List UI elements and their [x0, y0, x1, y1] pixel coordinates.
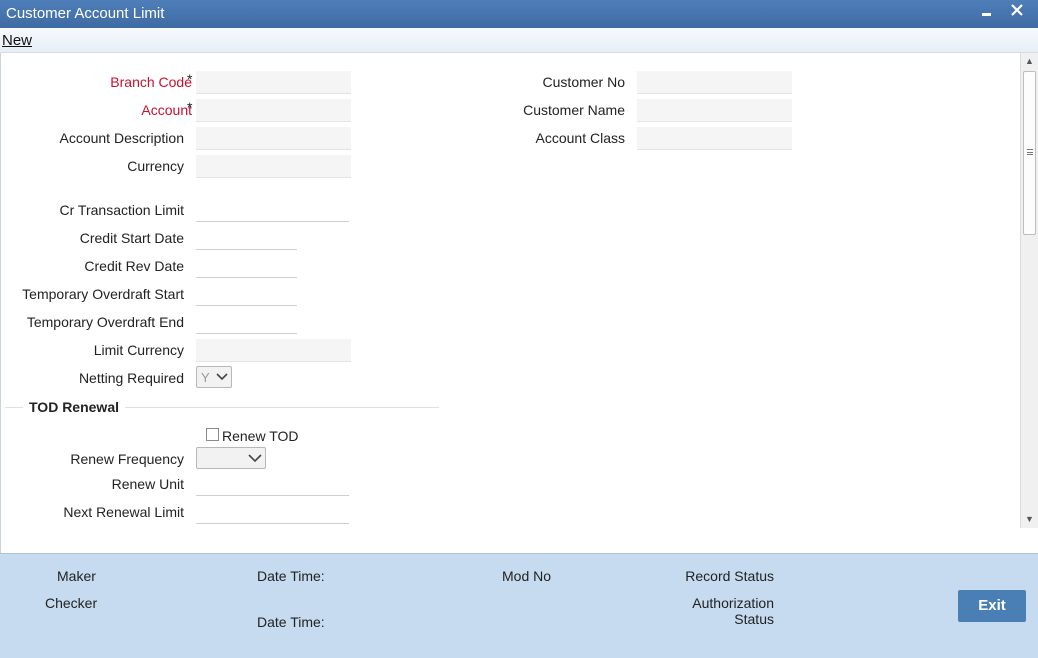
account-label: Account	[141, 102, 192, 118]
temporary-overdraft-start-label: Temporary Overdraft Start	[22, 286, 184, 302]
checker-datetime-label: Date Time:	[257, 614, 325, 630]
branch-code-field[interactable]	[196, 71, 351, 94]
triangle-down-icon[interactable]: ▼	[1025, 514, 1034, 524]
new-link[interactable]: New	[2, 32, 32, 49]
credit-rev-date-input[interactable]	[196, 255, 297, 277]
next-renewal-limit-label: Next Renewal Limit	[63, 504, 184, 520]
netting-required-select[interactable]: Y	[196, 366, 232, 388]
tod-renewal-section-title: TOD Renewal	[29, 399, 119, 415]
chevron-down-icon	[248, 449, 262, 470]
temporary-overdraft-start-input[interactable]	[196, 283, 297, 305]
customer-no-field[interactable]	[637, 71, 792, 94]
credit-rev-date-label: Credit Rev Date	[84, 258, 184, 274]
record-status-label: Record Status	[685, 568, 774, 584]
maker-label: Maker	[57, 568, 96, 584]
exit-button[interactable]: Exit	[958, 590, 1026, 622]
customer-no-label: Customer No	[542, 74, 625, 90]
authorization-status-label-line2: Status	[734, 611, 774, 627]
account-description-field[interactable]	[196, 127, 351, 150]
form-panel: Branch Code * Account * Account Descript…	[0, 53, 1020, 553]
temporary-overdraft-end-field[interactable]	[196, 311, 297, 334]
audit-footer: Maker Checker Date Time: Date Time: Mod …	[0, 553, 1038, 658]
account-description-input[interactable]	[196, 127, 351, 149]
mod-no-label: Mod No	[502, 568, 552, 584]
minimize-icon[interactable]	[981, 1, 993, 23]
renew-tod-checkbox[interactable]	[206, 428, 219, 441]
customer-name-label: Customer Name	[523, 102, 625, 118]
branch-code-label: Branch Code	[110, 74, 192, 90]
chevron-down-icon	[216, 368, 228, 389]
section-divider	[5, 407, 23, 408]
temporary-overdraft-start-field[interactable]	[196, 283, 297, 306]
limit-currency-input[interactable]	[196, 339, 351, 361]
cr-transaction-limit-input[interactable]	[196, 199, 349, 221]
account-class-field[interactable]	[637, 127, 792, 150]
currency-label: Currency	[127, 158, 184, 174]
credit-start-date-label: Credit Start Date	[79, 230, 184, 246]
cr-transaction-limit-label: Cr Transaction Limit	[59, 202, 184, 218]
currency-input[interactable]	[196, 155, 351, 177]
close-icon[interactable]	[1010, 1, 1024, 23]
authorization-status-label-line1: Authorization	[692, 595, 774, 611]
renew-unit-input[interactable]	[196, 473, 349, 495]
branch-code-input[interactable]	[196, 71, 351, 93]
renew-frequency-label: Renew Frequency	[70, 451, 184, 467]
customer-name-field[interactable]	[637, 99, 792, 122]
limit-currency-label: Limit Currency	[93, 342, 184, 358]
renew-unit-label: Renew Unit	[111, 476, 184, 492]
required-mark: *	[187, 99, 193, 115]
limit-currency-field[interactable]	[196, 339, 351, 362]
renew-unit-field[interactable]	[196, 473, 349, 496]
account-input[interactable]	[196, 99, 351, 121]
toolbar: New	[0, 28, 1038, 53]
renew-tod-label: Renew TOD	[222, 428, 299, 444]
credit-rev-date-field[interactable]	[196, 255, 297, 278]
customer-no-input[interactable]	[637, 71, 792, 93]
cr-transaction-limit-field[interactable]	[196, 199, 349, 222]
credit-start-date-field[interactable]	[196, 227, 297, 250]
account-field[interactable]	[196, 99, 351, 122]
customer-name-input[interactable]	[637, 99, 792, 121]
scrollbar-thumb[interactable]	[1023, 71, 1036, 235]
account-class-label: Account Class	[535, 130, 625, 146]
grip-icon	[1027, 149, 1033, 155]
checker-label: Checker	[45, 595, 98, 611]
triangle-up-icon[interactable]: ▲	[1025, 56, 1034, 66]
netting-required-label: Netting Required	[78, 370, 184, 386]
account-class-input[interactable]	[637, 127, 792, 149]
window-title: Customer Account Limit	[6, 5, 165, 22]
renew-frequency-select[interactable]	[196, 447, 266, 469]
temporary-overdraft-end-input[interactable]	[196, 311, 297, 333]
account-description-label: Account Description	[59, 130, 184, 146]
credit-start-date-input[interactable]	[196, 227, 297, 249]
next-renewal-limit-field[interactable]	[196, 501, 349, 524]
next-renewal-limit-input[interactable]	[196, 501, 349, 523]
currency-field[interactable]	[196, 155, 351, 178]
netting-required-value: Y	[201, 370, 210, 385]
required-mark: *	[187, 71, 193, 87]
maker-datetime-label: Date Time:	[257, 568, 325, 584]
temporary-overdraft-end-label: Temporary Overdraft End	[26, 314, 184, 330]
window-titlebar: Customer Account Limit	[0, 0, 1038, 28]
section-divider	[125, 407, 439, 408]
vertical-scrollbar[interactable]: ▲ ▼	[1020, 53, 1038, 528]
